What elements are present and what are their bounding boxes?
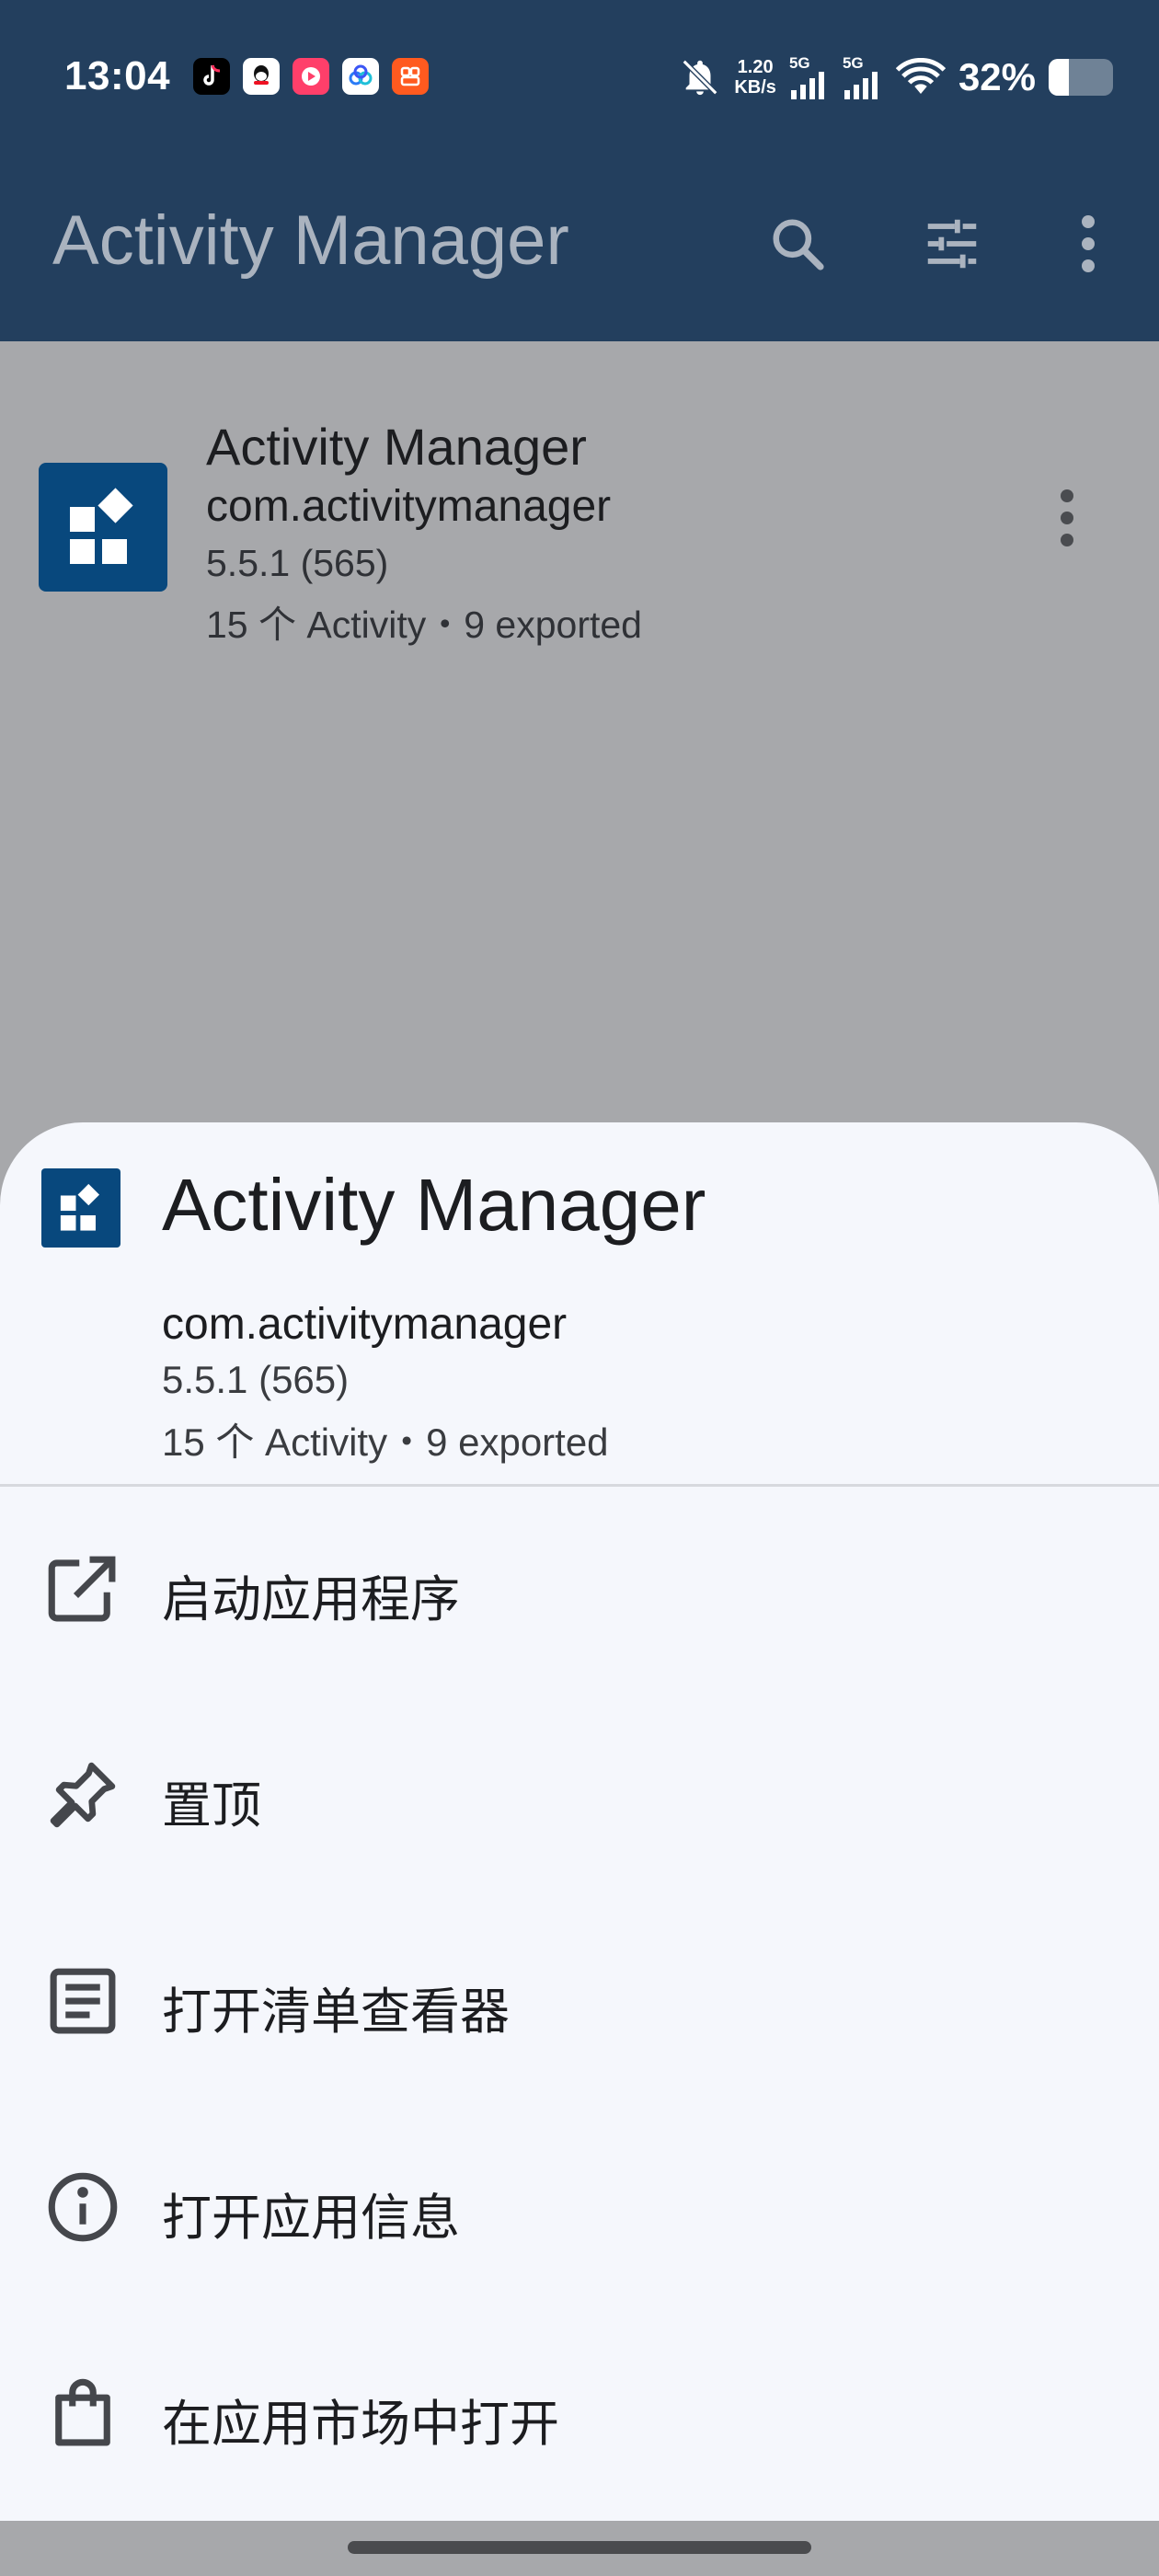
menu-label: 打开清单查看器: [162, 1983, 510, 2041]
list-item[interactable]: Activity Manager com.activitymanager 5.5…: [0, 378, 1159, 646]
app-version: 5.5.1 (565): [206, 542, 389, 584]
signal-bars-icon: [843, 72, 878, 99]
more-vert-icon[interactable]: [1047, 202, 1130, 285]
net-speed-value: 1.20: [737, 57, 774, 77]
menu-item-manifest-viewer[interactable]: 打开清单查看器: [0, 1899, 1159, 2105]
signal-1-label: 5G: [788, 54, 810, 72]
menu-item-launch-app[interactable]: 启动应用程序: [0, 1487, 1159, 1693]
app-icon: [39, 463, 167, 592]
sheet-version: 5.5.1 (565): [162, 1358, 350, 1401]
item-more-icon[interactable]: [1058, 489, 1104, 571]
menu-label: 在应用市场中打开: [162, 2395, 559, 2453]
notification-icons: [193, 58, 429, 95]
signal-bars-icon: [790, 72, 824, 99]
net-speed-unit: KB/s: [734, 77, 776, 98]
bell-off-icon: [683, 59, 718, 96]
status-bar: 13:04 1.20 KB/s 5G 5G 32%: [0, 0, 1159, 156]
widgets-icon: [70, 488, 133, 564]
sheet-package: com.activitymanager: [162, 1300, 568, 1349]
app-bar: Activity Manager: [0, 156, 1159, 341]
orange-app-icon: [392, 58, 429, 95]
menu-item-open-in-market[interactable]: 在应用市场中打开: [0, 2311, 1159, 2517]
app-package: com.activitymanager: [206, 482, 612, 531]
menu-label: 打开应用信息: [162, 2189, 460, 2247]
sheet-title: Activity Manager: [162, 1164, 706, 1246]
menu-label: 置顶: [162, 1777, 261, 1834]
activity-count: 15 个 Activity・9 exported: [206, 604, 642, 646]
tune-icon[interactable]: [911, 202, 993, 285]
tiktok-icon: [193, 58, 230, 95]
battery-icon: [1049, 59, 1113, 96]
status-indicators: 1.20 KB/s 5G 5G 32%: [679, 52, 1113, 103]
network-speed: 1.20 KB/s: [734, 57, 776, 98]
menu-label: 启动应用程序: [162, 1570, 460, 1628]
sheet-activity-count: 15 个 Activity・9 exported: [162, 1420, 609, 1464]
open-in-new-icon: [41, 1547, 124, 1630]
app-name: Activity Manager: [206, 418, 587, 476]
info-icon: [41, 2166, 124, 2248]
status-time: 13:04: [64, 53, 171, 98]
menu-item-app-info[interactable]: 打开应用信息: [0, 2105, 1159, 2311]
qq-icon: [243, 58, 280, 95]
battery-percent: 32%: [958, 55, 1036, 98]
search-icon[interactable]: [756, 202, 839, 285]
pin-icon: [41, 1754, 124, 1836]
navigation-bar: [0, 2521, 1159, 2576]
widgets-icon: [60, 1183, 100, 1231]
battery-fill: [1049, 59, 1070, 96]
video-app-icon: [293, 58, 329, 95]
article-icon: [41, 1960, 124, 2042]
signal-2-label: 5G: [842, 54, 864, 72]
menu-item-pin[interactable]: 置顶: [0, 1693, 1159, 1899]
wifi-icon: [895, 58, 946, 94]
signal-1: 5G: [789, 55, 830, 99]
shopping-bag-icon: [41, 2372, 124, 2455]
sheet-app-icon: [41, 1168, 120, 1248]
bottom-sheet: Activity Manager com.activitymanager 5.5…: [0, 1122, 1159, 2521]
signal-2: 5G: [843, 55, 883, 99]
cloud-app-icon: [342, 58, 379, 95]
page-title: Activity Manager: [52, 201, 569, 280]
gesture-handle[interactable]: [348, 2541, 811, 2554]
